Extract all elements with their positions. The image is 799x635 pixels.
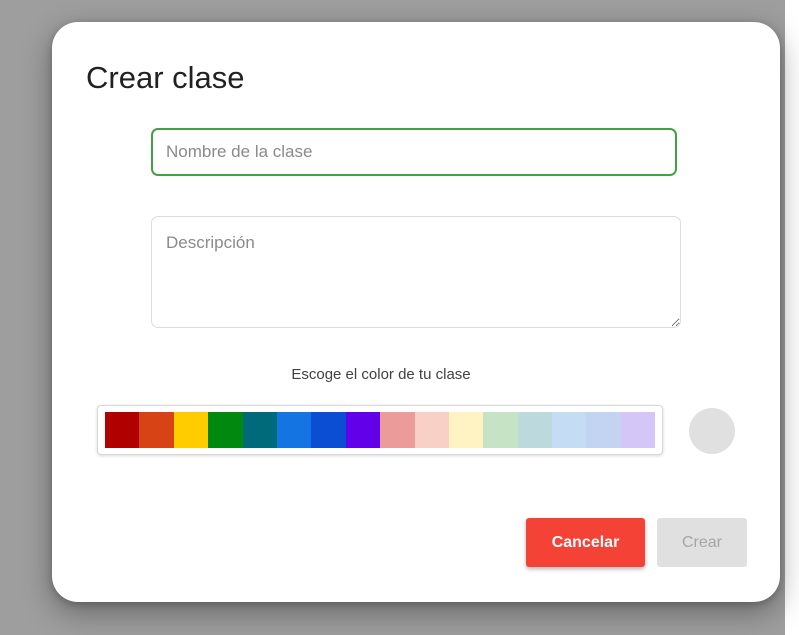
color-swatch[interactable] bbox=[105, 412, 140, 448]
color-swatch[interactable] bbox=[345, 412, 381, 448]
color-swatch[interactable] bbox=[552, 412, 587, 448]
create-button[interactable]: Crear bbox=[657, 518, 747, 567]
class-description-textarea[interactable] bbox=[151, 216, 681, 328]
create-class-dialog: Crear clase Escoge el color de tu clase … bbox=[52, 22, 780, 602]
color-swatch[interactable] bbox=[517, 412, 553, 448]
color-swatch[interactable] bbox=[483, 412, 518, 448]
selected-color-preview bbox=[689, 408, 735, 454]
window-edge bbox=[785, 0, 799, 635]
cancel-button[interactable]: Cancelar bbox=[526, 518, 645, 567]
color-swatch[interactable] bbox=[173, 412, 209, 448]
color-palette bbox=[97, 405, 663, 455]
color-swatch[interactable] bbox=[139, 412, 174, 448]
color-swatch[interactable] bbox=[208, 412, 243, 448]
dialog-title: Crear clase bbox=[86, 60, 245, 95]
color-swatch[interactable] bbox=[414, 412, 449, 448]
color-swatch[interactable] bbox=[586, 412, 621, 448]
color-picker-label: Escoge el color de tu clase bbox=[291, 366, 471, 383]
color-swatch[interactable] bbox=[380, 412, 415, 448]
color-swatch[interactable] bbox=[276, 412, 312, 448]
color-swatch[interactable] bbox=[242, 412, 277, 448]
color-swatch[interactable] bbox=[311, 412, 346, 448]
class-name-input[interactable] bbox=[151, 128, 677, 176]
color-swatch[interactable] bbox=[620, 412, 656, 448]
color-swatch[interactable] bbox=[448, 412, 484, 448]
